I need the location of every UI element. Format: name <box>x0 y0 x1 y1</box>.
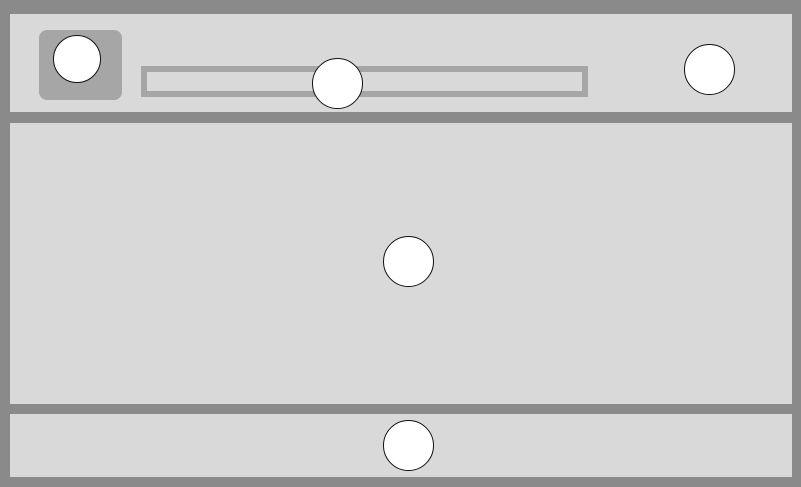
logo-placeholder[interactable] <box>39 30 122 100</box>
search-marker-icon <box>312 58 363 109</box>
footer-marker-icon <box>383 420 434 471</box>
search-bar-placeholder[interactable] <box>141 66 588 97</box>
footer-bar <box>10 414 792 477</box>
main-content-area <box>10 123 792 404</box>
content-marker-icon <box>383 236 434 287</box>
action-marker-icon[interactable] <box>684 44 735 95</box>
app-frame <box>0 0 801 487</box>
header-bar <box>10 14 792 112</box>
logo-marker-icon <box>53 35 101 83</box>
